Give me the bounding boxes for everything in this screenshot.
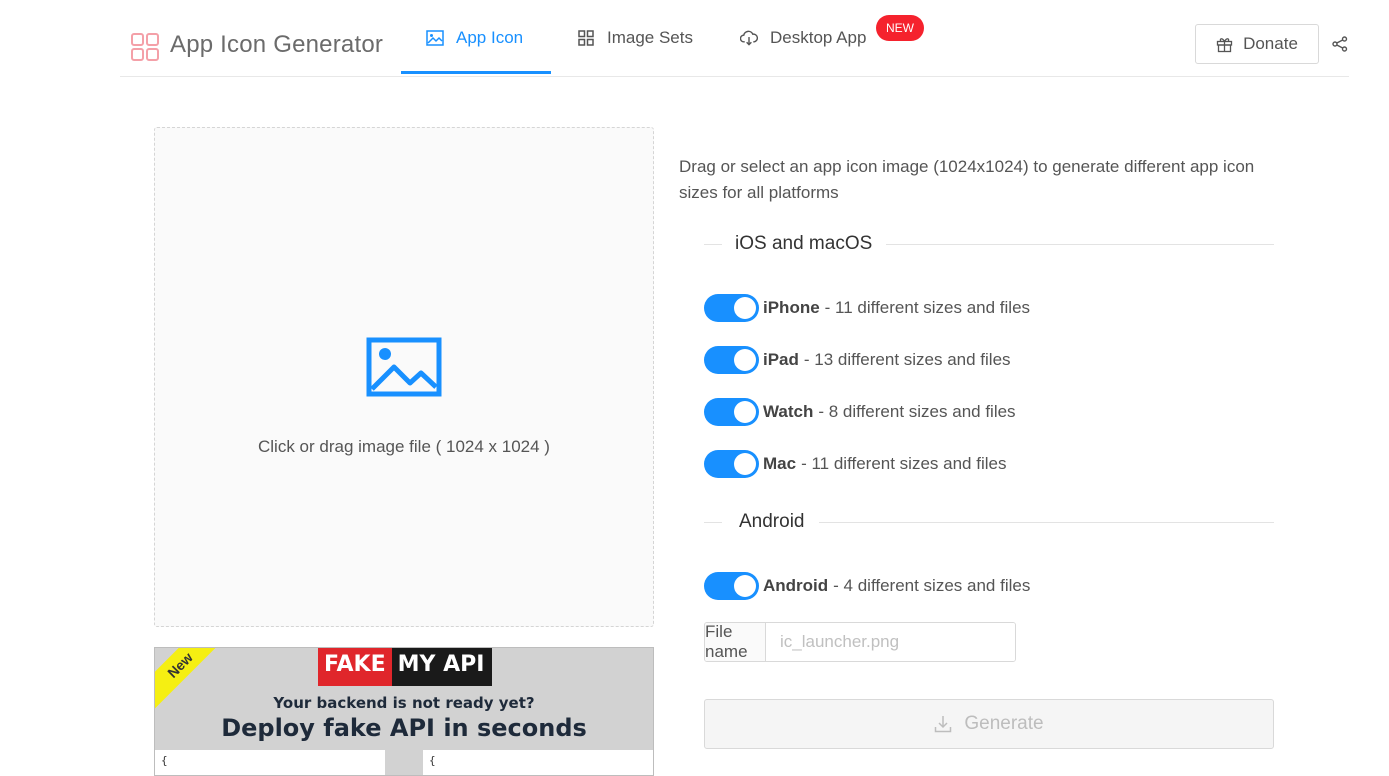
option-name: Android [763, 576, 829, 595]
ad-code-snippet-right: { [423, 750, 653, 775]
option-android: Android - 4 different sizes and files [704, 572, 1030, 600]
ad-banner[interactable]: New FAKE MY API Your backend is not read… [154, 647, 654, 776]
app-title[interactable]: App Icon Generator [170, 31, 383, 59]
file-name-group: File name [704, 622, 1016, 662]
file-name-label: File name [705, 623, 766, 661]
tab-app-icon[interactable]: App Icon [426, 0, 523, 76]
generate-label: Generate [964, 713, 1044, 734]
ad-brand-right: MY API [391, 648, 493, 686]
ad-brand-logo: FAKE MY API [318, 648, 493, 686]
option-name: iPhone [763, 298, 820, 317]
option-name: Watch [763, 402, 814, 421]
gift-icon [1216, 36, 1233, 53]
ad-headline: Deploy fake API in seconds [221, 714, 587, 742]
divider [704, 521, 722, 523]
active-tab-indicator [401, 71, 551, 74]
donate-label: Donate [1243, 34, 1298, 53]
top-header: App Icon Generator App Icon Image Sets D… [0, 0, 1389, 78]
option-detail: - 11 different sizes and files [801, 454, 1007, 473]
option-mac: Mac - 11 different sizes and files [704, 450, 1006, 478]
divider [704, 243, 722, 245]
ad-code-snippet-left: { [155, 750, 385, 775]
tab-label: Image Sets [607, 28, 693, 47]
divider [886, 243, 1274, 245]
tab-label: Desktop App [770, 28, 867, 47]
divider [818, 521, 1274, 523]
option-iphone: iPhone - 11 different sizes and files [704, 294, 1030, 322]
option-name: Mac [763, 454, 797, 473]
file-name-input[interactable] [766, 623, 1015, 661]
iphone-toggle[interactable] [704, 294, 759, 322]
option-name: iPad [763, 350, 799, 369]
ipad-toggle[interactable] [704, 346, 759, 374]
toggle-knob [734, 297, 756, 319]
share-icon[interactable] [1331, 35, 1349, 53]
cloud-download-icon [740, 29, 758, 47]
image-icon [426, 29, 444, 47]
option-detail: - 11 different sizes and files [824, 298, 1031, 317]
grid-icon [577, 29, 595, 47]
section-title: Android [739, 511, 805, 532]
tab-desktop-app[interactable]: Desktop App [740, 0, 866, 76]
donate-button[interactable]: Donate [1195, 24, 1319, 64]
app-logo-icon[interactable] [131, 33, 159, 61]
android-toggle[interactable] [704, 572, 759, 600]
toggle-knob [734, 453, 756, 475]
watch-toggle[interactable] [704, 398, 759, 426]
mac-toggle[interactable] [704, 450, 759, 478]
option-detail: - 13 different sizes and files [803, 350, 1011, 369]
picture-icon [366, 337, 442, 397]
download-icon [934, 715, 952, 733]
ad-subtitle: Your backend is not ready yet? [273, 694, 535, 712]
section-header-ios: iOS and macOS [704, 232, 1274, 256]
option-watch: Watch - 8 different sizes and files [704, 398, 1016, 426]
generate-button[interactable]: Generate [704, 699, 1274, 749]
section-title: iOS and macOS [735, 233, 873, 254]
header-divider [120, 76, 1349, 77]
dropzone-prompt: Click or drag image file ( 1024 x 1024 ) [258, 437, 550, 456]
panel-description: Drag or select an app icon image (1024x1… [679, 157, 1255, 202]
toggle-knob [734, 401, 756, 423]
option-ipad: iPad - 13 different sizes and files [704, 346, 1011, 374]
image-dropzone[interactable]: Click or drag image file ( 1024 x 1024 ) [154, 127, 654, 627]
tab-image-sets[interactable]: Image Sets [577, 0, 693, 76]
toggle-knob [734, 349, 756, 371]
tab-label: App Icon [456, 28, 524, 47]
new-badge: NEW [876, 15, 924, 41]
option-detail: - 4 different sizes and files [833, 576, 1031, 595]
toggle-knob [734, 575, 756, 597]
section-header-android: Android [704, 510, 1274, 534]
ad-brand-left: FAKE [318, 648, 392, 686]
option-detail: - 8 different sizes and files [818, 402, 1016, 421]
